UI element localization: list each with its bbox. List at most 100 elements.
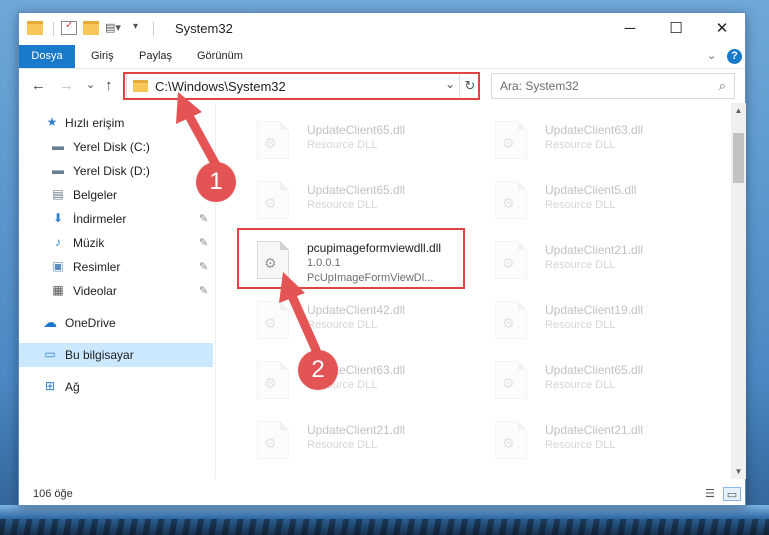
help-icon[interactable]: ? [727, 49, 742, 64]
music-icon: ♪ [55, 235, 61, 249]
file-name: UpdateClient65.dll [545, 363, 644, 377]
file-type: Resource DLL [545, 199, 616, 211]
sidebar-item-label: Yerel Disk (D:) [73, 164, 150, 178]
sidebar-item-downloads[interactable]: ⬇ İndirmeler ✎ [19, 207, 213, 231]
file-item[interactable]: ⚙ UpdateClient65.dll Resource DLL [239, 115, 467, 169]
pin-icon[interactable]: ✎ [199, 231, 208, 255]
sidebar-item-videos[interactable]: ▦ Videolar ✎ [19, 279, 213, 303]
dll-file-icon: ⚙ [495, 361, 527, 399]
sidebar-item-quick-access[interactable]: ★ Hızlı erişim [19, 111, 213, 135]
file-item[interactable]: ⚙ UpdateClient21.dll Resource DLL [239, 415, 467, 469]
sidebar-item-documents[interactable]: ▤ Belgeler ✎ [19, 183, 213, 207]
sidebar-item-pictures[interactable]: ▣ Resimler ✎ [19, 255, 213, 279]
tab-share[interactable]: Paylaş [129, 45, 182, 68]
sidebar-item-onedrive[interactable]: ☁ OneDrive [19, 311, 213, 335]
expand-ribbon-icon[interactable]: ⌄ [707, 49, 716, 62]
file-name: UpdateClient65.dll [307, 123, 406, 137]
item-count: 106 öğe [33, 488, 73, 500]
file-item[interactable]: ⚙ UpdateClient21.dll Resource DLL [477, 415, 705, 469]
sidebar-item-label: Belgeler [73, 188, 118, 202]
file-item[interactable]: ⚙ UpdateClient65.dll Resource DLL [239, 175, 467, 229]
pin-icon[interactable]: ✎ [199, 279, 208, 303]
tab-file[interactable]: Dosya [19, 45, 75, 68]
ribbon-tabs: Dosya Giriş Paylaş Görünüm ⌄ ? [19, 45, 745, 69]
file-item[interactable]: ⚙ UpdateClient19.dll Resource DLL [477, 295, 705, 349]
step-1-badge: 1 [196, 162, 236, 202]
gear-icon: ⚙ [264, 195, 277, 211]
up-button[interactable]: ↑ [105, 77, 113, 94]
gear-icon: ⚙ [502, 435, 515, 451]
sidebar-item-label: Resimler [73, 260, 121, 274]
details-view-icon[interactable]: ☰ [701, 487, 719, 501]
divider [53, 22, 54, 36]
desktop-background [0, 505, 769, 535]
window-title: System32 [175, 21, 233, 36]
sidebar-item-label: OneDrive [65, 316, 116, 330]
customize-toolbar-icon[interactable]: ▾ [133, 21, 149, 35]
gear-icon: ⚙ [502, 255, 515, 271]
maximize-button[interactable]: ☐ [653, 13, 699, 43]
sidebar-item-label: Bu bilgisayar [65, 348, 134, 362]
scroll-down-icon[interactable]: ▼ [731, 464, 746, 479]
video-icon: ▦ [52, 283, 64, 297]
dll-file-icon: ⚙ [257, 181, 289, 219]
tab-home[interactable]: Giriş [81, 45, 124, 68]
dll-file-icon: ⚙ [257, 361, 289, 399]
file-name: UpdateClient63.dll [545, 123, 644, 137]
file-highlight [237, 228, 465, 289]
file-type: Resource DLL [307, 319, 378, 331]
dll-file-icon: ⚙ [495, 421, 527, 459]
file-item[interactable]: ⚙ UpdateClient42.dll Resource DLL [239, 295, 467, 349]
address-bar-highlight [123, 72, 480, 100]
cloud-icon: ☁ [43, 314, 57, 330]
drive-icon: ▬ [52, 163, 64, 177]
properties-icon[interactable]: ✓ [61, 20, 77, 35]
file-item[interactable]: ⚙ UpdateClient5.dll Resource DLL [477, 175, 705, 229]
vertical-scrollbar[interactable]: ▲ ▼ [731, 103, 746, 479]
pin-icon[interactable]: ✎ [199, 207, 208, 231]
dll-file-icon: ⚙ [495, 121, 527, 159]
tab-view[interactable]: Görünüm [187, 45, 253, 68]
file-item[interactable]: ⚙ UpdateClient65.dll Resource DLL [477, 355, 705, 409]
scroll-up-icon[interactable]: ▲ [731, 103, 746, 118]
dll-file-icon: ⚙ [257, 121, 289, 159]
new-folder-icon[interactable] [83, 21, 99, 35]
scrollbar-thumb[interactable] [733, 133, 744, 183]
file-name: UpdateClient19.dll [545, 303, 644, 317]
recent-locations-button[interactable]: ⌄ [86, 78, 95, 91]
sidebar-item-label: İndirmeler [73, 212, 127, 226]
download-icon: ⬇ [52, 211, 64, 225]
file-name: UpdateClient5.dll [545, 183, 637, 197]
search-input[interactable]: Ara: System32 ⌕ [491, 73, 735, 99]
gear-icon: ⚙ [502, 315, 515, 331]
file-list: ⚙ UpdateClient65.dll Resource DLL ⚙ Upda… [219, 103, 729, 479]
sidebar-item-label: Müzik [73, 236, 105, 250]
sidebar-item-music[interactable]: ♪ Müzik ✎ [19, 231, 213, 255]
back-button[interactable]: ← [31, 77, 46, 94]
sidebar-item-network[interactable]: ⊞ Ağ [19, 375, 213, 399]
file-item[interactable]: ⚙ UpdateClient21.dll Resource DLL [477, 235, 705, 289]
file-item[interactable]: ⚙ UpdateClient63.dll Resource DLL [477, 115, 705, 169]
file-type: Resource DLL [545, 139, 616, 151]
file-name: UpdateClient65.dll [307, 183, 406, 197]
file-name: UpdateClient21.dll [545, 243, 644, 257]
close-button[interactable]: ✕ [699, 13, 745, 43]
sidebar-item-this-pc[interactable]: ▭ Bu bilgisayar [19, 343, 213, 367]
sidebar-item-label: Ağ [65, 380, 80, 394]
pin-icon[interactable]: ✎ [199, 255, 208, 279]
computer-icon: ▭ [44, 347, 56, 361]
file-item[interactable]: ⚙ UpdateClient63.dll Resource DLL [239, 355, 467, 409]
dll-file-icon: ⚙ [495, 241, 527, 279]
large-icons-view-icon[interactable]: ▭ [723, 487, 741, 501]
sidebar-item-label: Videolar [73, 284, 117, 298]
gear-icon: ⚙ [502, 375, 515, 391]
sidebar-item-local-disk-c[interactable]: ▬ Yerel Disk (C:) [19, 135, 213, 159]
forward-button[interactable]: → [59, 77, 74, 94]
search-placeholder: Ara: System32 [500, 79, 579, 93]
drive-icon: ▬ [52, 139, 64, 153]
sidebar-item-local-disk-d[interactable]: ▬ Yerel Disk (D:) [19, 159, 213, 183]
dll-file-icon: ⚙ [257, 421, 289, 459]
status-bar: 106 öğe ☰ ▭ [19, 485, 745, 505]
view-options-icon[interactable]: ▤▾ [105, 21, 121, 35]
minimize-button[interactable]: ─ [607, 13, 653, 43]
